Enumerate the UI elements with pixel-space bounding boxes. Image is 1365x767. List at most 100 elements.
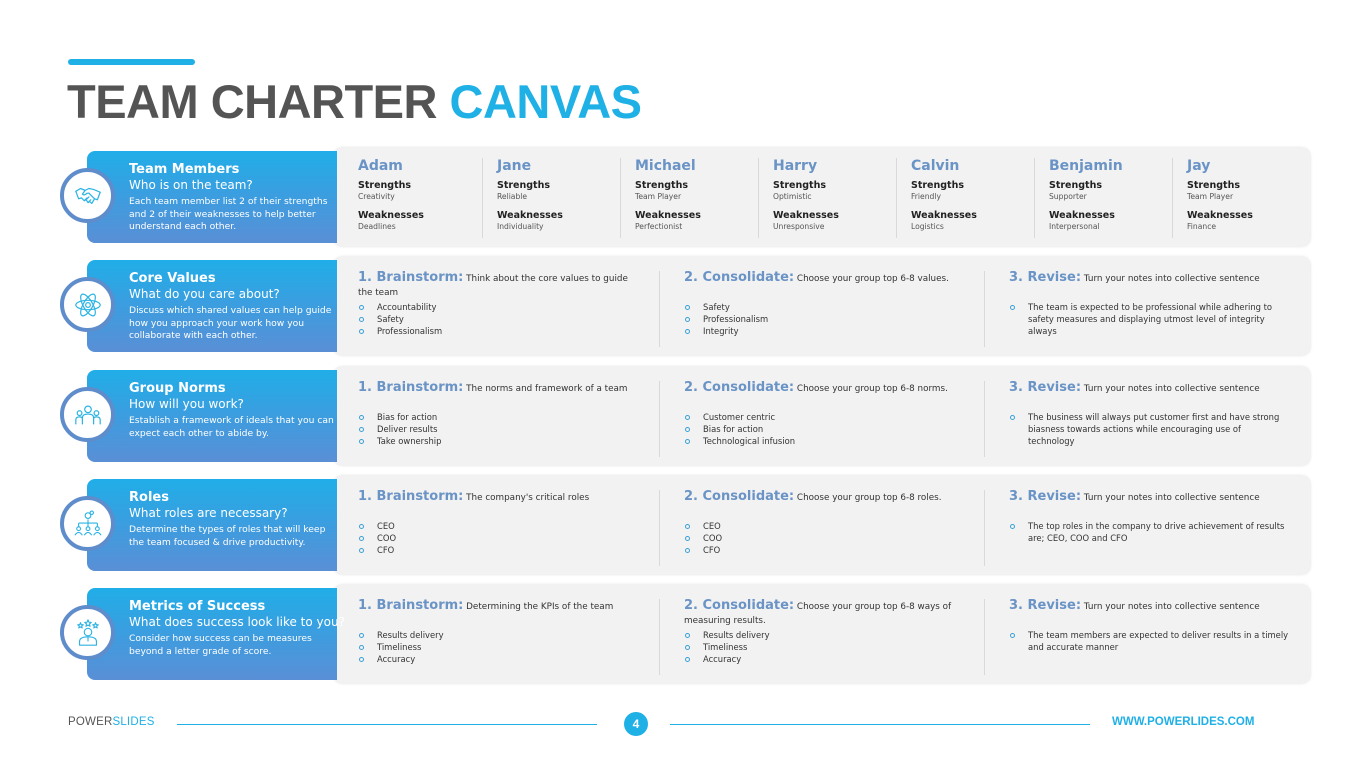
step-heading: 2. Consolidate: Choose your group top 6-… xyxy=(684,381,964,411)
label-card-core-values: Core Values What do you care about? Disc… xyxy=(87,260,337,352)
member-column: Jay Strengths Team Player Weaknesses Finance xyxy=(1171,158,1310,238)
step-heading: 3. Revise: Turn your notes into collecti… xyxy=(1009,381,1289,411)
strength-value: Creativity xyxy=(358,192,395,201)
step-column: 1. Brainstorm: Think about the core valu… xyxy=(334,271,659,347)
label-description: Consider how success can be measures bey… xyxy=(129,633,312,657)
metrics-card: 1. Brainstorm: Determining the KPIs of t… xyxy=(334,585,1310,683)
step-text: Turn your notes into collective sentence xyxy=(1081,493,1260,503)
roles-card: 1. Brainstorm: The company's critical ro… xyxy=(334,476,1310,574)
atom-icon xyxy=(60,277,115,332)
weakness-value: Deadlines xyxy=(358,222,396,231)
label-description: Each team member list 2 of their strengt… xyxy=(129,196,328,232)
step-text: Turn your notes into collective sentence xyxy=(1081,384,1260,394)
weaknesses-label: Weaknesses xyxy=(358,210,424,221)
step-lead: 3. Revise: xyxy=(1009,489,1082,504)
step-text: Choose your group top 6-8 norms. xyxy=(794,384,948,394)
step-bullets: Results delivery Timeliness Accuracy xyxy=(358,629,639,665)
bullet-item: Accuracy xyxy=(684,653,964,665)
weaknesses-label: Weaknesses xyxy=(772,210,839,221)
step-column: 1. Brainstorm: Determining the KPIs of t… xyxy=(334,599,659,675)
label-title: Team Members xyxy=(129,162,240,177)
step-bullets: The team is expected to be professional … xyxy=(1009,301,1289,337)
weaknesses-label: Weaknesses xyxy=(910,210,977,221)
handshake-icon xyxy=(60,168,115,223)
label-card-roles: Roles What roles are necessary? Determin… xyxy=(87,479,337,571)
step-text: Turn your notes into collective sentence xyxy=(1081,274,1260,284)
step-column: 3. Revise: Turn your notes into collecti… xyxy=(984,381,1309,457)
footer-divider-left xyxy=(177,724,597,725)
bullet-item: Accuracy xyxy=(358,653,639,665)
step-lead: 2. Consolidate: xyxy=(684,270,795,285)
page-number: 4 xyxy=(624,712,648,736)
bullet-item: CFO xyxy=(684,544,964,556)
row-roles: 1. Brainstorm: The company's critical ro… xyxy=(58,476,1310,574)
bullet-item: Safety xyxy=(684,301,964,313)
step-text: The norms and framework of a team xyxy=(463,384,628,394)
weakness-value: Finance xyxy=(1186,222,1217,231)
step-heading: 3. Revise: Turn your notes into collecti… xyxy=(1009,271,1289,301)
bullet-item: Deliver results xyxy=(358,423,639,435)
bullet-item: Technological infusion xyxy=(684,435,964,447)
label-title: Group Norms xyxy=(129,381,226,396)
group-icon xyxy=(60,387,115,442)
step-bullets: Results delivery Timeliness Accuracy xyxy=(684,629,964,665)
brand-main: POWER xyxy=(68,716,113,728)
step-text: Determining the KPIs of the team xyxy=(463,602,614,612)
step-heading: 2. Consolidate: Choose your group top 6-… xyxy=(684,271,964,301)
steps: 1. Brainstorm: The company's critical ro… xyxy=(334,476,1310,574)
weakness-value: Interpersonal xyxy=(1048,222,1100,231)
member-name: Michael xyxy=(634,158,696,174)
member-column: Benjamin Strengths Supporter Weaknesses Inte… xyxy=(1033,158,1172,238)
bullet-item: Safety xyxy=(358,313,639,325)
row-group-norms: 1. Brainstorm: The norms and framework o… xyxy=(58,367,1310,465)
bullet-item: CEO xyxy=(684,520,964,532)
weaknesses-label: Weaknesses xyxy=(634,210,701,221)
label-subtitle: What roles are necessary? xyxy=(129,506,288,520)
step-lead: 2. Consolidate: xyxy=(684,598,795,613)
title-accent-bar xyxy=(68,59,195,65)
step-bullets: The business will always put customer fi… xyxy=(1009,411,1289,447)
members-list: Adam Strengths Creativity Weaknesses Deadlin… xyxy=(334,148,1310,246)
step-column: 2. Consolidate: Choose your group top 6-… xyxy=(659,381,984,457)
row-core-values: 1. Brainstorm: Think about the core valu… xyxy=(58,257,1310,355)
step-lead: 3. Revise: xyxy=(1009,270,1082,285)
strengths-label: Strengths xyxy=(634,180,689,191)
label-subtitle: What does success look like to you? xyxy=(129,615,345,629)
step-lead: 2. Consolidate: xyxy=(684,489,795,504)
step-column: 3. Revise: Turn your notes into collecti… xyxy=(984,490,1309,566)
bullet-item: Customer centric xyxy=(684,411,964,423)
bullet-item: Professionalism xyxy=(684,313,964,325)
weaknesses-label: Weaknesses xyxy=(496,210,563,221)
bullet-item: Results delivery xyxy=(358,629,639,641)
page-title: TEAM CHARTER CANVAS xyxy=(67,74,642,129)
bullet-item: The top roles in the company to drive ac… xyxy=(1009,520,1289,544)
step-heading: 3. Revise: Turn your notes into collecti… xyxy=(1009,490,1289,520)
bullet-item: CFO xyxy=(358,544,639,556)
bullet-item: The team members are expected to deliver… xyxy=(1009,629,1289,653)
label-title: Roles xyxy=(129,490,169,505)
step-heading: 1. Brainstorm: Determining the KPIs of t… xyxy=(358,599,639,629)
step-lead: 1. Brainstorm: xyxy=(358,380,464,395)
bullet-item: CEO xyxy=(358,520,639,532)
team-members-card: Adam Strengths Creativity Weaknesses Deadlin… xyxy=(334,148,1310,246)
step-lead: 1. Brainstorm: xyxy=(358,489,464,504)
steps: 1. Brainstorm: Think about the core valu… xyxy=(334,257,1310,355)
bullet-item: Timeliness xyxy=(684,641,964,653)
member-column: Calvin Strengths Friendly Weaknesses Logisti… xyxy=(895,158,1034,238)
strengths-label: Strengths xyxy=(910,180,965,191)
bullet-item: The team is expected to be professional … xyxy=(1009,301,1289,337)
step-lead: 1. Brainstorm: xyxy=(358,270,464,285)
footer-divider-right xyxy=(670,724,1090,725)
footer-url[interactable]: WWW.POWERLIDES.COM xyxy=(1112,716,1254,728)
member-name: Calvin xyxy=(910,158,960,174)
step-text: Turn your notes into collective sentence xyxy=(1081,602,1260,612)
step-bullets: The team members are expected to deliver… xyxy=(1009,629,1289,653)
strength-value: Optimistic xyxy=(772,192,812,201)
step-bullets: CEO COO CFO xyxy=(684,520,964,556)
strength-value: Supporter xyxy=(1048,192,1087,201)
step-lead: 2. Consolidate: xyxy=(684,380,795,395)
step-column: 3. Revise: Turn your notes into collecti… xyxy=(984,271,1309,347)
step-lead: 1. Brainstorm: xyxy=(358,598,464,613)
member-name: Jay xyxy=(1186,158,1211,174)
step-text: Choose your group top 6-8 values. xyxy=(794,274,949,284)
